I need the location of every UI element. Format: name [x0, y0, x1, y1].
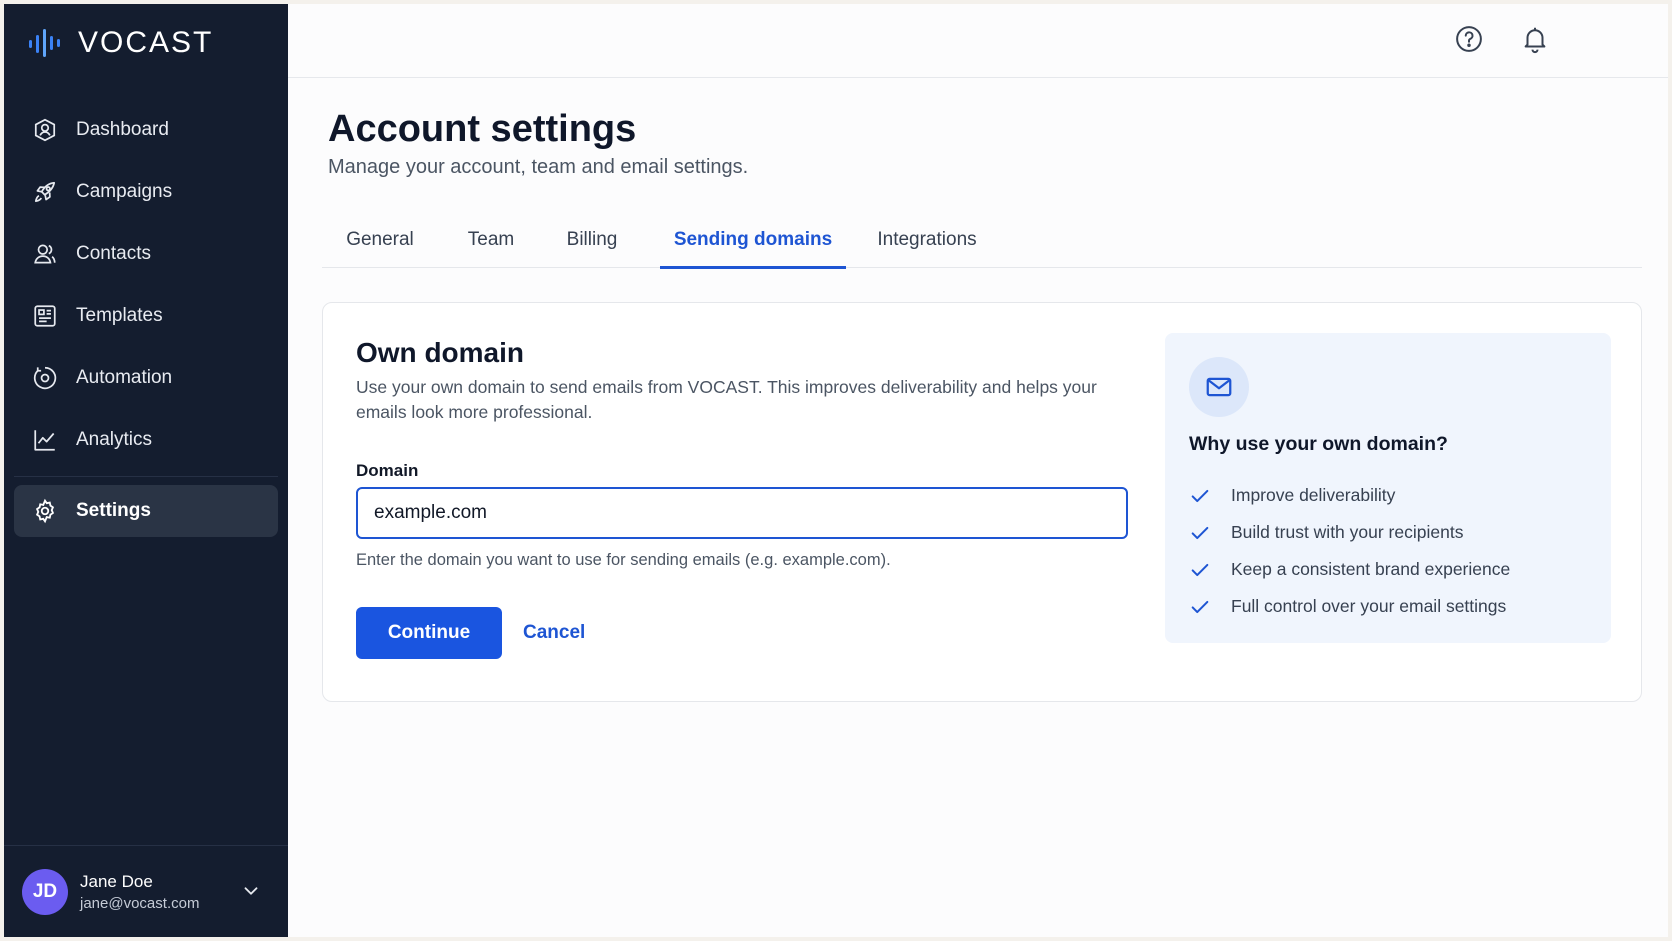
brand-name: VOCAST [78, 26, 214, 59]
bell-icon[interactable] [1520, 24, 1550, 54]
logo[interactable]: VOCAST [28, 26, 213, 60]
sidebar: VOCAST Dashboard Campaigns Contacts Temp… [4, 4, 288, 937]
section-description: Use your own domain to send emails from … [356, 377, 1097, 422]
list-item: Improve deliverability [1189, 477, 1510, 514]
help-icon[interactable] [1454, 24, 1484, 54]
templates-icon [34, 305, 56, 327]
tab-team[interactable]: Team [450, 212, 532, 268]
sidebar-nav: Dashboard Campaigns Contacts Templates A… [14, 104, 278, 547]
check-icon [1191, 600, 1209, 613]
list-item: Build trust with your recipients [1189, 514, 1510, 551]
settings-tabs: General Team Billing Sending domains Int… [322, 212, 1642, 269]
sidebar-item-label: Dashboard [76, 119, 169, 140]
domain-input[interactable] [356, 487, 1128, 539]
continue-button[interactable]: Continue [356, 607, 502, 659]
benefits-title: Why use your own domain? [1189, 433, 1448, 455]
app-window: VOCAST Dashboard Campaigns Contacts Temp… [4, 4, 1668, 937]
page-title: Account settings [328, 108, 637, 150]
user-info: Jane Doe jane@vocast.com [80, 872, 199, 912]
sidebar-item-label: Campaigns [76, 181, 173, 202]
list-item: Full control over your email settings [1189, 588, 1510, 625]
benefit-text: Build trust with your recipients [1231, 522, 1464, 542]
section-title: Own domain [356, 337, 524, 368]
automation-icon [33, 366, 57, 390]
mail-icon [1206, 377, 1232, 397]
soundwave-logo-icon [29, 29, 60, 57]
gear-icon [35, 498, 55, 524]
sidebar-item-dashboard[interactable]: Dashboard [14, 104, 278, 156]
check-icon [1191, 563, 1209, 576]
contacts-icon [34, 244, 56, 264]
benefit-text: Keep a consistent brand experience [1231, 559, 1511, 579]
tab-integrations[interactable]: Integrations [860, 212, 994, 268]
benefit-text: Full control over your email settings [1231, 596, 1507, 616]
avatar: JD [22, 868, 68, 915]
check-icon [1191, 526, 1209, 539]
sidebar-item-templates[interactable]: Templates [14, 290, 278, 342]
page-subtitle: Manage your account, team and email sett… [328, 156, 749, 178]
rocket-icon [34, 181, 56, 203]
sidebar-item-label: Automation [76, 367, 173, 388]
benefit-text: Improve deliverability [1231, 485, 1396, 505]
main-content: Account settings Manage your account, te… [288, 4, 1668, 937]
sidebar-item-label: Contacts [76, 243, 151, 264]
user-name: Jane Doe [80, 871, 153, 891]
check-icon [1191, 489, 1209, 502]
tab-billing[interactable]: Billing [542, 212, 642, 268]
sidebar-item-settings[interactable]: Settings [14, 485, 278, 537]
sidebar-item-label: Settings [76, 500, 151, 521]
sidebar-item-label: Analytics [76, 429, 153, 450]
sidebar-item-campaigns[interactable]: Campaigns [14, 166, 278, 218]
top-bar [288, 4, 1668, 78]
benefits-panel: Why use your own domain? Improve deliver… [1165, 333, 1611, 643]
domain-help-text: Enter the domain you want to use for sen… [356, 551, 891, 569]
sidebar-item-analytics[interactable]: Analytics [14, 414, 278, 466]
own-domain-card: Own domain Use your own domain to send e… [322, 302, 1642, 702]
analytics-icon [34, 430, 55, 451]
sidebar-item-automation[interactable]: Automation [14, 352, 278, 404]
tab-general[interactable]: General [322, 212, 438, 268]
cancel-button[interactable]: Cancel [523, 607, 585, 659]
list-item: Keep a consistent brand experience [1189, 551, 1510, 588]
sidebar-item-contacts[interactable]: Contacts [14, 228, 278, 280]
mail-icon-badge [1189, 357, 1249, 417]
benefits-list: Improve deliverability Build trust with … [1189, 477, 1510, 625]
sidebar-item-label: Templates [76, 305, 163, 326]
tab-sending-domains[interactable]: Sending domains [660, 212, 846, 269]
domain-label: Domain [356, 461, 419, 480]
user-profile[interactable]: JD Jane Doe jane@vocast.com [4, 845, 288, 937]
dashboard-icon [34, 118, 56, 142]
chevron-down-icon[interactable] [240, 880, 262, 902]
sidebar-divider [14, 476, 278, 477]
user-email: jane@vocast.com [80, 894, 200, 912]
